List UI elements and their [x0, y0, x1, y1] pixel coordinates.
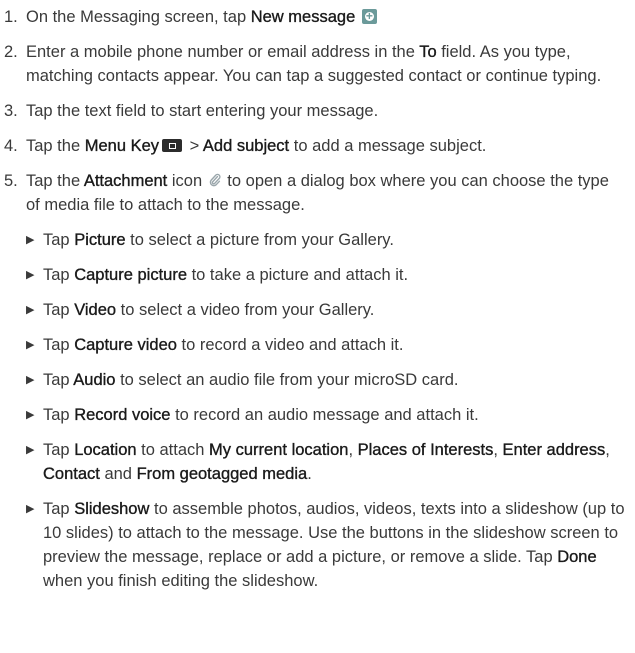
enter-address-label: Enter address — [502, 441, 606, 459]
bullet-capture-video: ▶ Tap Capture video to record a video an… — [4, 333, 627, 357]
bullet-location: ▶ Tap Location to attach My current loca… — [4, 438, 627, 486]
bullet-record-voice: ▶ Tap Record voice to record an audio me… — [4, 403, 627, 427]
bullet-text: to select a video from your Gallery. — [116, 301, 375, 319]
menu-key-icon — [162, 139, 183, 152]
bullet-picture: ▶ Tap Picture to select a picture from y… — [4, 228, 627, 252]
step-text: to add a message subject. — [289, 137, 487, 155]
new-message-plus-icon — [361, 4, 377, 28]
bullet-text: , — [605, 441, 610, 459]
location-label: Location — [74, 441, 137, 459]
bullet-slideshow: ▶ Tap Slideshow to assemble photos, audi… — [4, 497, 627, 593]
step-1: 1. On the Messaging screen, tap New mess… — [4, 4, 627, 29]
done-label: Done — [557, 548, 597, 566]
bullet-arrow-icon: ▶ — [26, 339, 35, 351]
bullet-text: , — [493, 441, 503, 459]
from-geotagged-media-label: From geotagged media — [136, 465, 308, 483]
bullet-text: Tap — [43, 500, 75, 518]
video-label: Video — [74, 301, 117, 319]
attachment-label: Attachment — [83, 172, 168, 190]
bullet-text: Tap — [43, 441, 75, 459]
record-voice-label: Record voice — [74, 406, 171, 424]
bullet-text: Tap — [43, 301, 75, 319]
step-number: 5. — [4, 172, 18, 190]
slideshow-label: Slideshow — [74, 500, 150, 518]
bullet-arrow-icon: ▶ — [26, 304, 35, 316]
bullet-text: Tap — [43, 231, 75, 249]
bullet-text: when you finish editing the slideshow. — [43, 572, 319, 590]
bullet-text: . — [307, 465, 312, 483]
instructions-document: 1. On the Messaging screen, tap New mess… — [0, 0, 635, 593]
bullet-text: to select a picture from your Gallery. — [125, 231, 394, 249]
picture-label: Picture — [74, 231, 126, 249]
bullet-text: to attach — [136, 441, 210, 459]
new-message-label: New message — [250, 8, 356, 26]
step-text: Tap the — [26, 137, 85, 155]
bullet-arrow-icon: ▶ — [26, 503, 35, 515]
step-number: 2. — [4, 43, 18, 61]
step-number: 3. — [4, 102, 18, 120]
bullet-arrow-icon: ▶ — [26, 409, 35, 421]
bullet-audio: ▶ Tap Audio to select an audio file from… — [4, 368, 627, 392]
places-of-interests-label: Places of Interests — [357, 441, 494, 459]
step-3: 3. Tap the text field to start entering … — [4, 99, 627, 123]
capture-video-label: Capture video — [74, 336, 177, 354]
paperclip-icon — [209, 173, 221, 187]
menu-key-label: Menu Key — [84, 137, 160, 155]
bullet-text: to select an audio file from your microS… — [115, 371, 459, 389]
bullet-video: ▶ Tap Video to select a video from your … — [4, 298, 627, 322]
bullet-text: , — [348, 441, 358, 459]
contact-label: Contact — [43, 465, 100, 483]
bullet-arrow-icon: ▶ — [26, 444, 35, 456]
bullet-arrow-icon: ▶ — [26, 374, 35, 386]
step-text: On the Messaging screen, tap — [26, 8, 251, 26]
capture-picture-label: Capture picture — [74, 266, 187, 284]
step-text: Tap the text field to start entering you… — [26, 102, 379, 120]
my-current-location-label: My current location — [209, 441, 349, 459]
bullet-text: Tap — [43, 406, 75, 424]
step-text: Tap the — [26, 172, 84, 190]
bullet-arrow-icon: ▶ — [26, 234, 35, 246]
bullet-arrow-icon: ▶ — [26, 269, 35, 281]
step-4: 4. Tap the Menu Key > Add subject to add… — [4, 134, 627, 158]
to-field-label: To — [419, 43, 437, 61]
step-number: 1. — [4, 8, 18, 26]
bullet-text: to record an audio message and attach it… — [170, 406, 479, 424]
bullet-text: and — [99, 465, 137, 483]
step-number: 4. — [4, 137, 18, 155]
bullet-text: to take a picture and attach it. — [187, 266, 409, 284]
step-text: > — [185, 137, 203, 155]
step-5: 5. Tap the Attachment icon to open a dia… — [4, 169, 627, 217]
audio-label: Audio — [73, 371, 116, 389]
step-text: Enter a mobile phone number or email add… — [26, 43, 420, 61]
bullet-text: Tap — [43, 371, 74, 389]
bullet-capture-picture: ▶ Tap Capture picture to take a picture … — [4, 263, 627, 287]
bullet-text: to record a video and attach it. — [176, 336, 404, 354]
step-2: 2. Enter a mobile phone number or email … — [4, 40, 627, 88]
bullet-text: Tap — [43, 266, 75, 284]
bullet-text: Tap — [43, 336, 75, 354]
step-text: icon — [167, 172, 207, 190]
add-subject-label: Add subject — [202, 137, 290, 155]
